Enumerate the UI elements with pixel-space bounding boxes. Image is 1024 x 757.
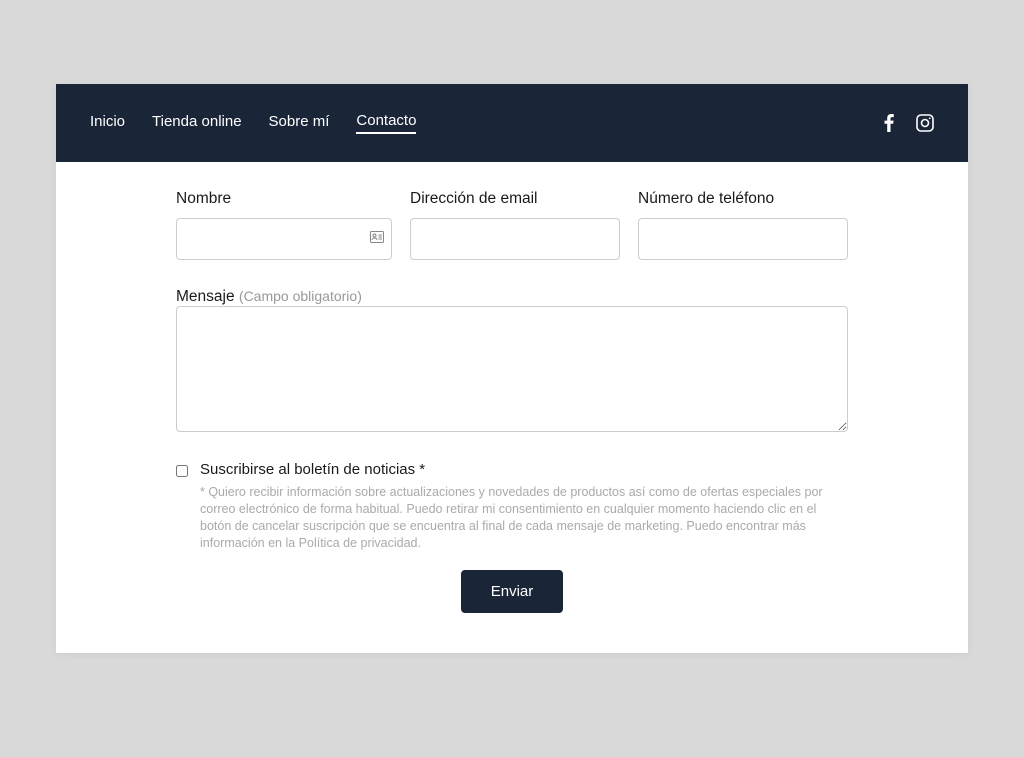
email-label: Dirección de email — [410, 190, 620, 208]
message-textarea[interactable] — [176, 306, 848, 432]
message-label-text: Mensaje — [176, 288, 235, 305]
nav-item-inicio[interactable]: Inicio — [90, 113, 125, 133]
nav-item-tienda[interactable]: Tienda online — [152, 113, 242, 133]
email-input[interactable] — [410, 218, 620, 260]
nav-item-contacto[interactable]: Contacto — [356, 112, 416, 134]
name-input[interactable] — [176, 218, 392, 260]
consent-text: * Quiero recibir información sobre actua… — [176, 484, 848, 552]
contact-form: Nombre Dirección de email Número de telé… — [56, 162, 968, 653]
form-row-top: Nombre Dirección de email Número de telé… — [176, 190, 848, 260]
phone-label: Número de teléfono — [638, 190, 848, 208]
newsletter-checkbox[interactable] — [176, 465, 188, 477]
name-input-wrapper — [176, 218, 392, 260]
message-label: Mensaje (Campo obligatorio) — [176, 288, 362, 305]
submit-row: Enviar — [176, 570, 848, 613]
form-col-name: Nombre — [176, 190, 392, 260]
social-icons — [884, 114, 934, 132]
form-col-email: Dirección de email — [410, 190, 620, 260]
nav-item-sobre-mi[interactable]: Sobre mí — [269, 113, 330, 133]
page-container: Inicio Tienda online Sobre mí Contacto N… — [56, 84, 968, 653]
newsletter-label[interactable]: Suscribirse al boletín de noticias * — [200, 461, 425, 478]
instagram-icon[interactable] — [916, 114, 934, 132]
main-nav: Inicio Tienda online Sobre mí Contacto — [90, 112, 416, 134]
header: Inicio Tienda online Sobre mí Contacto — [56, 84, 968, 162]
newsletter-checkbox-row: Suscribirse al boletín de noticias * — [176, 461, 848, 478]
form-message-group: Mensaje (Campo obligatorio) — [176, 288, 848, 437]
submit-button[interactable]: Enviar — [461, 570, 564, 613]
phone-input[interactable] — [638, 218, 848, 260]
name-label: Nombre — [176, 190, 392, 208]
facebook-icon[interactable] — [884, 114, 894, 132]
message-required-hint: (Campo obligatorio) — [239, 288, 362, 304]
form-col-phone: Número de teléfono — [638, 190, 848, 260]
